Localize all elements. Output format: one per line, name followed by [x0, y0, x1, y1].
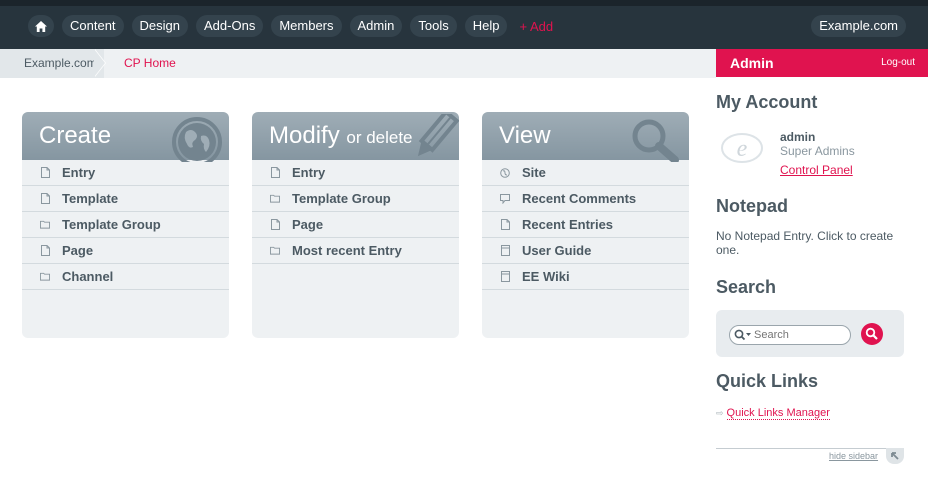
home-button[interactable]	[28, 15, 54, 37]
modify-title: Modify	[269, 122, 340, 149]
quick-links-manager-link[interactable]: ⇨ Quick Links Manager	[716, 407, 830, 420]
row-label: User Guide	[522, 243, 592, 258]
search-box	[716, 310, 904, 357]
pencil-icon	[409, 112, 459, 165]
breadcrumb: Example.com CP Home	[0, 49, 716, 78]
main-nav: Content Design Add-Ons Members Admin Too…	[28, 15, 557, 37]
nav-content[interactable]: Content	[62, 15, 124, 37]
row-label: Entry	[62, 165, 96, 180]
view-panel-header: View	[482, 112, 689, 164]
create-template-link[interactable]: Template	[22, 186, 229, 212]
row-label: Site	[522, 165, 546, 180]
create-page-link[interactable]: Page	[22, 238, 229, 264]
view-panel: View Site Recent Comments Recent Entries…	[482, 112, 689, 338]
row-label: Recent Entries	[522, 217, 614, 232]
document-icon	[270, 167, 280, 178]
document-icon	[40, 245, 50, 256]
top-navigation-bar: Content Design Add-Ons Members Admin Too…	[0, 0, 928, 49]
avatar: e	[720, 131, 764, 165]
svg-text:e: e	[737, 136, 748, 162]
row-label: Template	[62, 191, 119, 206]
quick-links-manager-label: Quick Links Manager	[726, 407, 830, 420]
row-label: Channel	[62, 269, 114, 284]
breadcrumb-site[interactable]: Example.com	[0, 49, 104, 78]
modify-subtitle: or delete	[346, 128, 413, 147]
nav-design[interactable]: Design	[131, 15, 189, 37]
create-panel-title: Create	[39, 122, 112, 149]
book-icon	[500, 271, 510, 282]
home-icon	[35, 20, 47, 32]
control-panel-link[interactable]: Control Panel	[780, 163, 853, 177]
create-panel: Create Entry Template Template Group Pag…	[22, 112, 229, 338]
row-label: Template Group	[292, 191, 391, 206]
site-link[interactable]: Example.com	[811, 15, 906, 37]
notepad-text[interactable]: No Notepad Entry. Click to create one.	[716, 229, 906, 257]
search-icon	[865, 327, 878, 340]
hide-sidebar-button[interactable]	[886, 448, 904, 464]
hide-sidebar-link[interactable]: hide sidebar	[829, 451, 878, 461]
search-button[interactable]	[861, 323, 883, 345]
view-panel-title: View	[499, 122, 551, 149]
row-label: Recent Comments	[522, 191, 637, 206]
arrow-right-icon: ⇨	[716, 408, 724, 418]
magnifier-icon	[627, 116, 683, 167]
add-link[interactable]: + Add	[515, 19, 557, 34]
modify-most-recent-entry-link[interactable]: Most recent Entry	[252, 238, 459, 264]
sidebar-divider	[716, 448, 904, 449]
search-input[interactable]	[754, 328, 846, 342]
search-dropdown-icon	[734, 329, 751, 341]
folder-icon	[270, 245, 280, 256]
row-label: Entry	[292, 165, 326, 180]
folder-icon	[270, 193, 280, 204]
breadcrumb-separator	[94, 49, 105, 77]
nav-add-ons[interactable]: Add-Ons	[196, 15, 264, 37]
row-label: Page	[292, 217, 324, 232]
modify-panel-header: Modify or delete	[252, 112, 459, 160]
my-account-heading: My Account	[716, 92, 818, 112]
sidebar-admin-title: Admin	[730, 55, 774, 71]
modify-panel: Modify or delete Entry Template Group Pa…	[252, 112, 459, 338]
view-recent-comments-link[interactable]: Recent Comments	[482, 186, 689, 212]
nav-members[interactable]: Members	[271, 15, 342, 37]
ee-logo-icon: e	[721, 133, 763, 163]
globe-icon	[171, 116, 223, 167]
view-user-guide-link[interactable]: User Guide	[482, 238, 689, 264]
modify-page-link[interactable]: Page	[252, 212, 459, 238]
modify-template-group-link[interactable]: Template Group	[252, 186, 459, 212]
breadcrumb-current[interactable]: CP Home	[124, 49, 176, 77]
search-field[interactable]	[729, 325, 851, 345]
row-label: Template Group	[62, 217, 161, 232]
folder-icon	[40, 271, 50, 282]
notepad-heading: Notepad	[716, 196, 788, 216]
book-icon	[500, 245, 510, 256]
search-heading: Search	[716, 277, 777, 297]
nav-tools[interactable]: Tools	[410, 15, 457, 37]
globe-small-icon	[500, 167, 510, 178]
document-icon	[270, 219, 280, 230]
modify-panel-title: Modify or delete	[269, 122, 413, 150]
create-panel-header: Create	[22, 112, 229, 167]
sidebar-admin-bar: Admin Log-out	[716, 49, 928, 77]
folder-icon	[40, 219, 50, 230]
comment-icon	[500, 193, 510, 204]
document-icon	[40, 193, 50, 204]
create-template-group-link[interactable]: Template Group	[22, 212, 229, 238]
row-label: Page	[62, 243, 94, 258]
view-recent-entries-link[interactable]: Recent Entries	[482, 212, 689, 238]
create-channel-link[interactable]: Channel	[22, 264, 229, 290]
document-icon	[40, 167, 50, 178]
nav-help[interactable]: Help	[464, 15, 508, 37]
nav-admin[interactable]: Admin	[349, 15, 403, 37]
quick-links-heading: Quick Links	[716, 371, 819, 391]
view-ee-wiki-link[interactable]: EE Wiki	[482, 264, 689, 290]
account-group: Super Admins	[780, 144, 855, 158]
account-username: admin	[780, 130, 816, 144]
row-label: Most recent Entry	[292, 243, 402, 258]
row-label: EE Wiki	[522, 269, 570, 284]
arrow-up-left-icon	[891, 452, 899, 460]
logout-link[interactable]: Log-out	[881, 57, 915, 68]
document-icon	[500, 219, 510, 230]
